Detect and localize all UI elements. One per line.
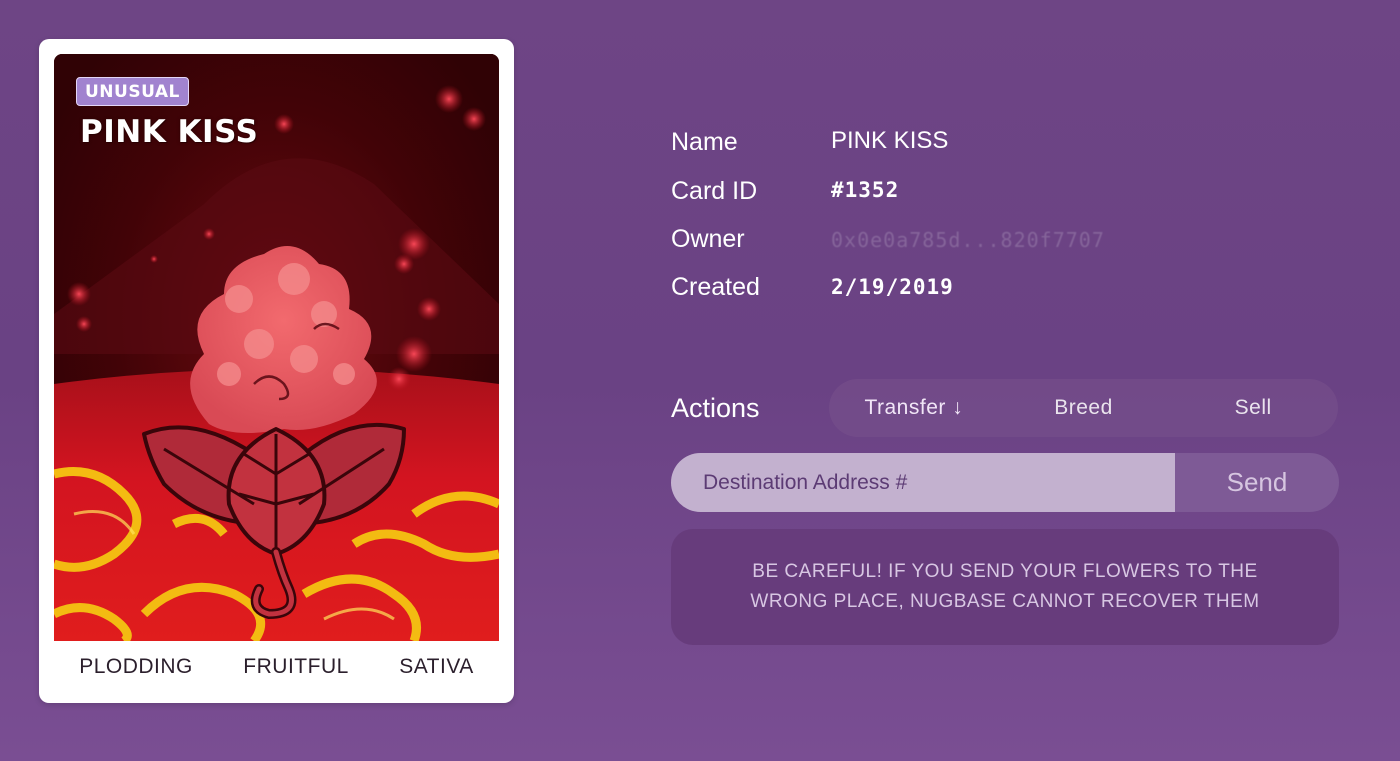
warning-text: BE CAREFUL! IF YOU SEND YOUR FLOWERS TO … [750,561,1260,612]
actions-label: Actions [671,393,760,423]
owner-label: Owner [671,225,745,253]
tab-sell[interactable]: Sell [1168,396,1338,420]
tab-breed[interactable]: Breed [999,396,1169,420]
warning-box: BE CAREFUL! IF YOU SEND YOUR FLOWERS TO … [671,529,1339,645]
send-button[interactable]: Send [1175,453,1339,512]
transfer-form: Send [671,453,1339,512]
trait-1: PLODDING [79,655,193,678]
trait-3: SATIVA [399,655,474,678]
flower-card: UNUSUAL PINK KISS PLODDING FRUITFUL SATI… [39,39,514,703]
card-artwork: UNUSUAL PINK KISS [54,54,499,641]
created-label: Created [671,273,760,301]
action-tabs: Transfer ↓ Breed Sell [829,379,1338,437]
trait-2: FRUITFUL [243,655,349,678]
created-value: 2/19/2019 [831,275,954,299]
destination-address-input[interactable] [671,453,1175,512]
name-label: Name [671,128,738,156]
owner-address[interactable]: 0x0e0a785d...820f7707 [831,228,1105,252]
rarity-badge: UNUSUAL [76,77,189,106]
tab-transfer[interactable]: Transfer ↓ [829,396,999,420]
name-value: PINK KISS [831,127,949,154]
card-id-value: #1352 [831,178,900,202]
card-title: PINK KISS [80,114,259,150]
card-id-label: Card ID [671,177,758,205]
card-traits: PLODDING FRUITFUL SATIVA [54,655,499,679]
